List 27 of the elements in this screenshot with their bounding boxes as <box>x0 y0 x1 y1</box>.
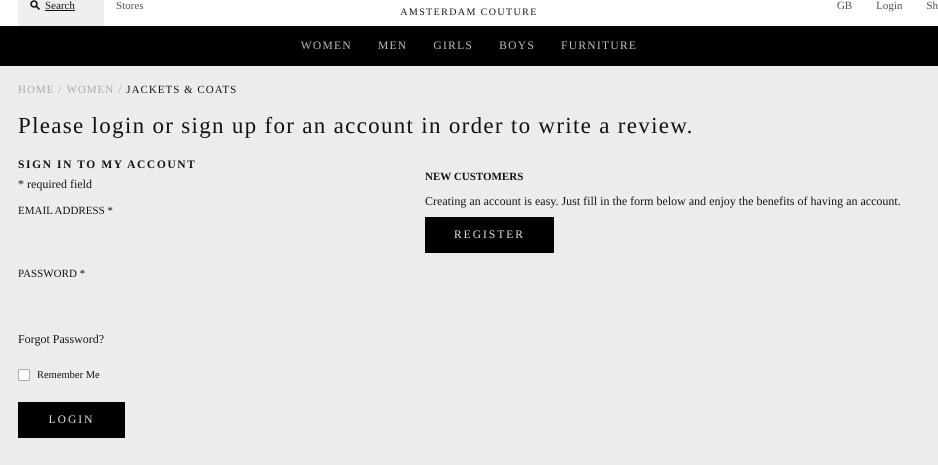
login-button[interactable]: LOGIN <box>18 402 125 438</box>
nav-link[interactable]: WOMEN <box>300 40 352 52</box>
remember-checkbox[interactable] <box>18 369 30 381</box>
section-title: NEW CUSTOMERS <box>425 171 524 183</box>
field-label: EMAIL ADDRESS * <box>18 205 114 217</box>
header-link[interactable]: Login <box>876 0 902 12</box>
header-link[interactable]: GB <box>836 0 852 12</box>
section-title: SIGN IN TO MY ACCOUNT <box>18 159 198 171</box>
search-link[interactable]: Search <box>18 0 104 26</box>
nav-link[interactable]: FURNITURE <box>561 40 638 52</box>
nav-link[interactable]: MEN <box>378 40 408 52</box>
register-button[interactable]: REGISTER <box>425 217 554 253</box>
search-icon <box>30 0 40 10</box>
stores-link[interactable]: Stores <box>104 0 156 26</box>
nav-link[interactable]: BOYS <box>499 40 536 52</box>
page-heading: Please login or sign up for an account in order to write a review. <box>18 113 695 139</box>
header-link[interactable]: Sh <box>926 0 938 12</box>
breadcrumb-current[interactable]: JACKETS & COATS <box>126 84 238 96</box>
breadcrumb-separator: / <box>118 84 122 96</box>
info-text: Creating an account is easy. Just fill in the form below and enjoy the benefits of having an account. <box>425 194 901 209</box>
brand-name: AMSTERDAM COUTURE <box>400 7 538 18</box>
required-note: * required field <box>18 177 93 192</box>
breadcrumb-separator: / <box>58 84 62 96</box>
checkbox-label: Remember Me <box>37 370 100 380</box>
field-label: PASSWORD * <box>18 268 86 280</box>
forgot-password-link[interactable]: Forgot Password? <box>18 332 104 347</box>
nav-link[interactable]: GIRLS <box>433 40 474 52</box>
